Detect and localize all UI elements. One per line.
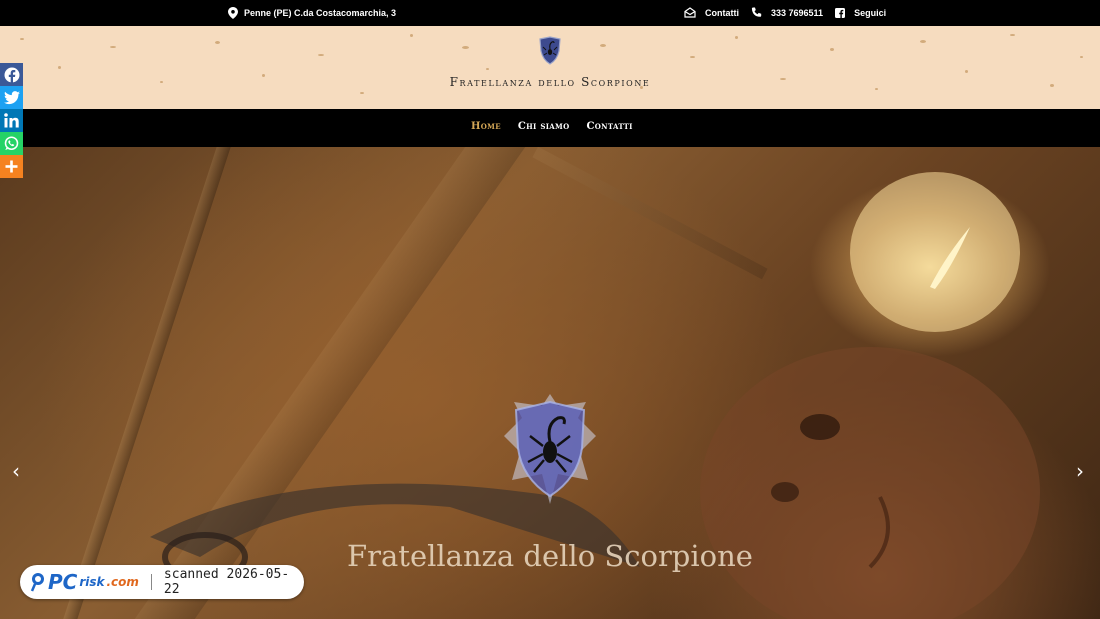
nav-item-contatti[interactable]: Contatti — [586, 121, 632, 132]
more-share-button[interactable] — [0, 155, 23, 178]
main-navigation: Home Chi siamo Contatti — [0, 109, 1100, 147]
top-bar: Penne (PE) C.da Costacomarchia, 3 Contat… — [0, 0, 1100, 26]
linkedin-share-button[interactable] — [0, 109, 23, 132]
contact-label: Contatti — [705, 7, 739, 18]
brand-pc: PC — [48, 570, 78, 594]
scan-stamp: scanned 2026-05-22 — [163, 567, 290, 597]
pcrisk-watermark: PC risk .com scanned 2026-05-22 — [20, 565, 304, 599]
phone-number: 333 7696511 — [771, 7, 824, 18]
facebook-share-button[interactable] — [0, 63, 23, 86]
nav-item-home[interactable]: Home — [471, 121, 501, 132]
follow-link[interactable]: Seguici — [835, 7, 887, 18]
hero-slider: Fratellanza dello Scorpione ‹ › — [0, 147, 1100, 619]
scorpion-shield-logo[interactable] — [537, 36, 563, 66]
site-title[interactable]: Fratellanza dello Scorpione — [0, 75, 1100, 89]
follow-label: Seguici — [854, 7, 887, 18]
phone-link[interactable]: 333 7696511 — [751, 7, 823, 18]
social-share-sidebar — [0, 63, 23, 178]
twitter-share-button[interactable] — [0, 86, 23, 109]
address: Penne (PE) C.da Costacomarchia, 3 — [228, 7, 396, 19]
brand-risk: risk — [79, 575, 105, 589]
pcrisk-logo: PC risk .com — [30, 570, 139, 594]
magnifier-icon — [30, 573, 44, 592]
address-text: Penne (PE) C.da Costacomarchia, 3 — [244, 8, 397, 18]
scorpion-shield-emblem — [504, 394, 596, 504]
brand-com: .com — [106, 575, 139, 589]
plus-icon — [5, 160, 18, 173]
linkedin-icon — [4, 113, 19, 128]
nav-item-chi-siamo[interactable]: Chi siamo — [518, 121, 570, 132]
facebook-square-icon — [835, 7, 846, 18]
phone-icon — [751, 7, 762, 17]
watermark-divider — [150, 574, 152, 590]
slider-next-arrow[interactable]: › — [1076, 459, 1084, 483]
site-header: Fratellanza dello Scorpione — [0, 26, 1100, 109]
facebook-icon — [4, 67, 19, 83]
slider-prev-arrow[interactable]: ‹ — [12, 459, 20, 483]
whatsapp-share-button[interactable] — [0, 132, 23, 155]
envelope-open-icon — [684, 7, 696, 18]
contact-link[interactable]: Contatti — [684, 7, 739, 18]
whatsapp-icon — [4, 136, 19, 150]
twitter-icon — [3, 90, 20, 104]
map-marker-icon — [228, 7, 238, 19]
